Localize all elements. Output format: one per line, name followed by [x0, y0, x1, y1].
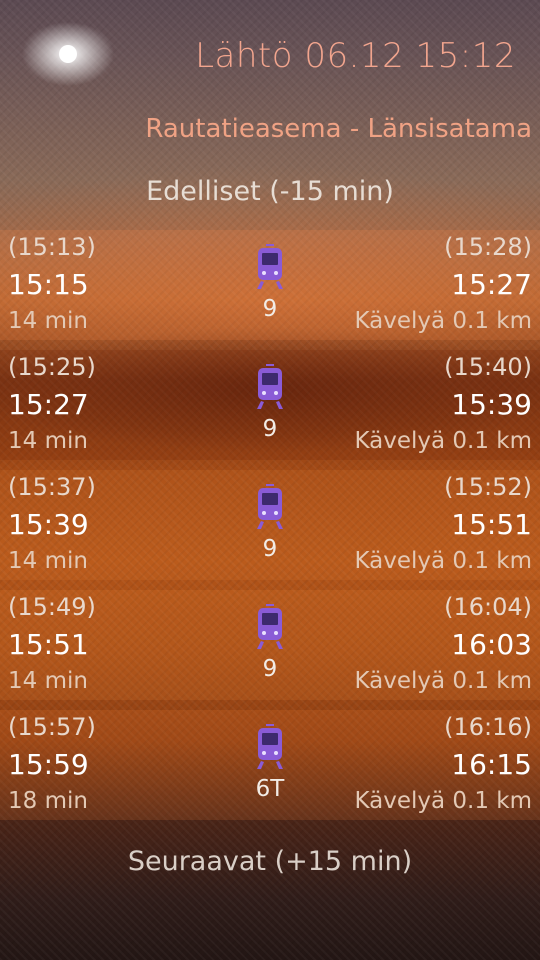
line-number: 9	[262, 296, 278, 322]
line-number: 9	[262, 656, 278, 682]
tram-icon	[257, 724, 283, 769]
arrival-time: 16:03	[451, 628, 532, 661]
duration: 14 min	[8, 428, 88, 454]
previous-departures-button[interactable]: Edelliset (-15 min)	[0, 168, 540, 216]
duration: 14 min	[8, 548, 88, 574]
route-list: (15:13) 15:15 14 min 9 (15:28) 15:27 Käv…	[0, 230, 540, 830]
departure-time: 15:39	[8, 508, 89, 541]
line-number: 6T	[255, 776, 285, 802]
scheduled-departure: (15:49)	[8, 593, 96, 621]
next-departures-button[interactable]: Seuraavat (+15 min)	[0, 838, 540, 886]
walk-distance: Kävelyä 0.1 km	[354, 308, 532, 334]
tram-icon	[257, 604, 283, 649]
route-row[interactable]: (15:25) 15:27 14 min 9 (15:40) 15:39 Käv…	[0, 350, 540, 460]
departure-time: 15:27	[8, 388, 89, 421]
tram-icon	[257, 244, 283, 289]
scheduled-arrival: (16:16)	[444, 713, 532, 741]
scheduled-arrival: (15:52)	[444, 473, 532, 501]
scheduled-departure: (15:25)	[8, 353, 96, 381]
sun-glare-icon	[22, 22, 114, 86]
departure-time: 15:15	[8, 268, 89, 301]
scheduled-departure: (15:13)	[8, 233, 96, 261]
tram-icon	[257, 364, 283, 409]
walk-distance: Kävelyä 0.1 km	[354, 788, 532, 814]
scheduled-departure: (15:37)	[8, 473, 96, 501]
arrival-time: 15:51	[451, 508, 532, 541]
scheduled-arrival: (15:28)	[444, 233, 532, 261]
walk-distance: Kävelyä 0.1 km	[354, 428, 532, 454]
route-row[interactable]: (15:37) 15:39 14 min 9 (15:52) 15:51 Käv…	[0, 470, 540, 580]
route-row[interactable]: (15:13) 15:15 14 min 9 (15:28) 15:27 Käv…	[0, 230, 540, 340]
page-title: Lähtö 06.12 15:12	[195, 36, 516, 76]
duration: 14 min	[8, 308, 88, 334]
departure-time: 15:59	[8, 748, 89, 781]
route-row[interactable]: (15:57) 15:59 18 min 6T (16:16) 16:15 Kä…	[0, 710, 540, 820]
duration: 18 min	[8, 788, 88, 814]
tram-icon	[257, 484, 283, 529]
walk-distance: Kävelyä 0.1 km	[354, 548, 532, 574]
line-number: 9	[262, 416, 278, 442]
arrival-time: 15:27	[451, 268, 532, 301]
walk-distance: Kävelyä 0.1 km	[354, 668, 532, 694]
arrival-time: 15:39	[451, 388, 532, 421]
arrival-time: 16:15	[451, 748, 532, 781]
departure-time: 15:51	[8, 628, 89, 661]
line-number: 9	[262, 536, 278, 562]
scheduled-departure: (15:57)	[8, 713, 96, 741]
route-row[interactable]: (15:49) 15:51 14 min 9 (16:04) 16:03 Käv…	[0, 590, 540, 700]
scheduled-arrival: (16:04)	[444, 593, 532, 621]
scheduled-arrival: (15:40)	[444, 353, 532, 381]
route-title: Rautatieasema - Länsisatama	[145, 114, 532, 144]
duration: 14 min	[8, 668, 88, 694]
